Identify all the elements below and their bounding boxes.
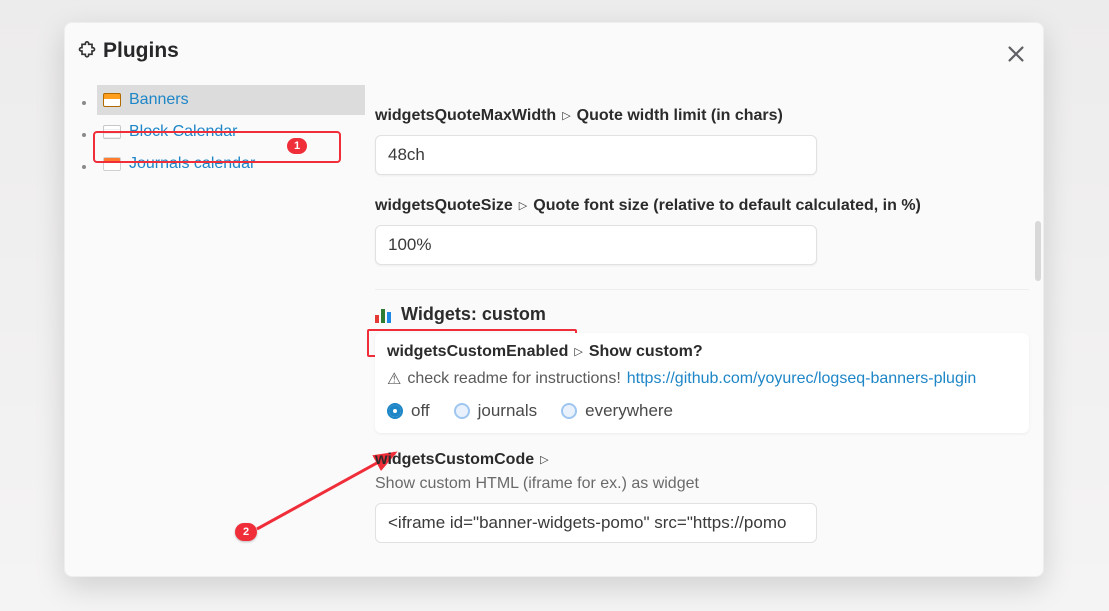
radio-journals[interactable]: journals bbox=[454, 401, 538, 421]
plugins-modal: Plugins Banners Block Calendar bbox=[64, 22, 1044, 577]
setting-desc: Quote font size (relative to default cal… bbox=[533, 197, 921, 215]
radio-label: off bbox=[411, 401, 430, 421]
sidebar-item-block-calendar[interactable]: Block Calendar bbox=[97, 117, 365, 147]
setting-key: widgetsQuoteSize bbox=[375, 197, 513, 215]
warning-icon: ⚠ bbox=[387, 369, 401, 389]
sidebar-item-label: Banners bbox=[129, 91, 189, 109]
readme-link[interactable]: https://github.com/yoyurec/logseq-banner… bbox=[627, 370, 977, 388]
setting-desc: Show custom? bbox=[589, 343, 703, 361]
modal-body: Banners Block Calendar Journals calendar bbox=[65, 71, 1043, 576]
bar-chart-icon bbox=[375, 307, 393, 323]
journals-calendar-icon bbox=[103, 156, 121, 172]
setting-desc: Quote width limit (in chars) bbox=[577, 107, 783, 125]
sidebar-item-banners[interactable]: Banners bbox=[97, 85, 365, 115]
block-calendar-icon bbox=[103, 124, 121, 140]
input-value: <iframe id="banner-widgets-pomo" src="ht… bbox=[388, 513, 786, 533]
setting-desc: Show custom HTML (iframe for ex.) as wid… bbox=[375, 475, 1029, 493]
modal-title: Plugins bbox=[103, 39, 179, 63]
chevron-right-icon: ▷ bbox=[562, 109, 570, 122]
radio-everywhere[interactable]: everywhere bbox=[561, 401, 673, 421]
quote-size-input[interactable]: 100% bbox=[375, 225, 817, 265]
sidebar: Banners Block Calendar Journals calendar bbox=[65, 79, 365, 181]
sidebar-item-label: Journals calendar bbox=[129, 155, 255, 173]
chevron-right-icon: ▷ bbox=[540, 453, 548, 466]
background-hint bbox=[0, 70, 22, 102]
radio-dot-icon bbox=[561, 403, 577, 419]
chevron-right-icon: ▷ bbox=[519, 199, 527, 212]
setting-key: widgetsQuoteMaxWidth bbox=[375, 107, 556, 125]
note-text: check readme for instructions! bbox=[407, 370, 620, 388]
close-button[interactable] bbox=[1005, 43, 1027, 71]
puzzle-icon bbox=[77, 41, 97, 61]
chevron-right-icon: ▷ bbox=[574, 345, 582, 358]
radio-dot-icon bbox=[387, 403, 403, 419]
sidebar-item-label: Block Calendar bbox=[129, 123, 238, 141]
input-value: 48ch bbox=[388, 145, 425, 165]
widgets-custom-section: Widgets: custom widgetsCustomEnabled ▷ S… bbox=[375, 289, 1029, 543]
custom-enabled-radios: off journals everywhere bbox=[387, 401, 1017, 421]
quote-max-width-input[interactable]: 48ch bbox=[375, 135, 817, 175]
radio-dot-icon bbox=[454, 403, 470, 419]
custom-code-input[interactable]: <iframe id="banner-widgets-pomo" src="ht… bbox=[375, 503, 817, 543]
radio-label: everywhere bbox=[585, 401, 673, 421]
input-value: 100% bbox=[388, 235, 431, 255]
banner-icon bbox=[103, 92, 121, 108]
radio-off[interactable]: off bbox=[387, 401, 430, 421]
radio-label: journals bbox=[478, 401, 538, 421]
setting-key: widgetsCustomCode bbox=[375, 451, 534, 469]
setting-key: widgetsCustomEnabled bbox=[387, 343, 568, 361]
modal-header: Plugins bbox=[65, 23, 1043, 71]
section-title-text: Widgets: custom bbox=[401, 304, 546, 325]
widgets-custom-enabled-card: widgetsCustomEnabled ▷ Show custom? ⚠ ch… bbox=[375, 333, 1029, 433]
settings-content: widgetsQuoteMaxWidth ▷ Quote width limit… bbox=[365, 71, 1043, 576]
scrollbar[interactable] bbox=[1035, 221, 1041, 281]
annotation-badge-2: 2 bbox=[235, 523, 257, 541]
sidebar-item-journals-calendar[interactable]: Journals calendar bbox=[97, 149, 365, 179]
close-icon bbox=[1005, 43, 1027, 65]
